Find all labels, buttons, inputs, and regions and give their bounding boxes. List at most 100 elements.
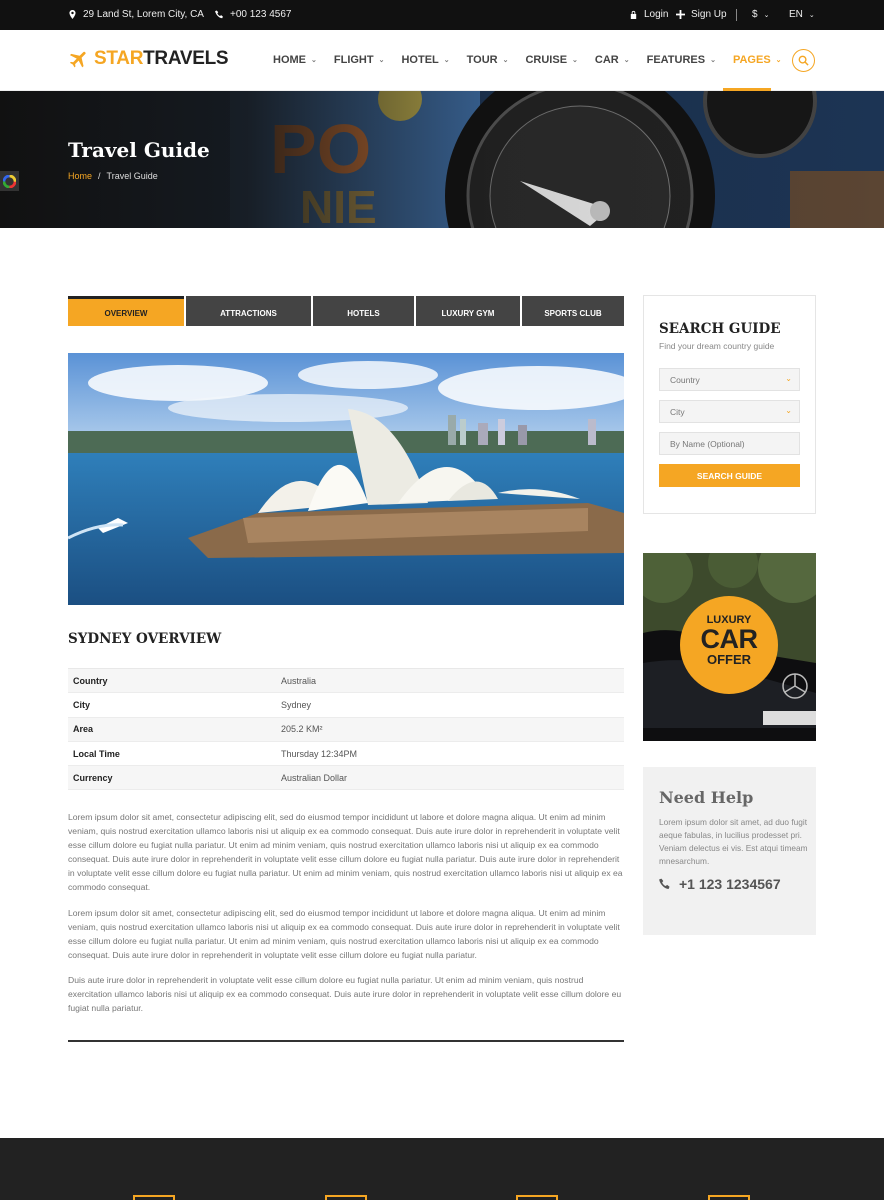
chevron-down-icon: ⌄ — [785, 406, 792, 415]
chevron-down-icon: ⌄ — [378, 57, 385, 64]
ad-line-offer: OFFER — [706, 652, 752, 667]
nav-flight[interactable]: FLIGHT ⌄ — [334, 54, 385, 66]
currency-value: $ — [752, 9, 758, 20]
row-key: Local Time — [73, 748, 120, 759]
phone-icon — [659, 878, 670, 890]
signup-label: Sign Up — [691, 9, 727, 20]
search-guide-title: SEARCH GUIDE — [659, 321, 781, 337]
row-key: Country — [73, 675, 108, 686]
nav-tour[interactable]: TOUR ⌄ — [467, 54, 509, 66]
nav-cruise[interactable]: CRUISE ⌄ — [525, 54, 577, 66]
content-divider — [68, 1040, 624, 1042]
search-guide-subtitle: Find your dream country guide — [659, 341, 775, 351]
tab-luxury-gym[interactable]: LUXURY GYM — [416, 296, 520, 326]
nav-label: TOUR — [466, 54, 498, 66]
luxury-car-ad[interactable]: LUXURY CAR OFFER — [643, 553, 816, 741]
search-guide-widget: SEARCH GUIDE Find your dream country gui… — [643, 295, 816, 514]
tab-hotels[interactable]: HOTELS — [313, 296, 414, 326]
color-wheel-icon — [3, 174, 16, 188]
overview-table: Country Australia City Sydney Area 205.2 KM… — [68, 668, 624, 791]
nav-label: FLIGHT — [333, 54, 374, 66]
nav-label: FEATURES — [646, 54, 706, 66]
row-key: City — [73, 699, 91, 710]
language-select[interactable]: EN ⌄ — [789, 9, 815, 20]
breadcrumb-separator: / — [98, 171, 101, 181]
tab-attractions[interactable]: ATTRACTIONS — [186, 296, 311, 326]
body-paragraph: Lorem ipsum dolor sit amet, consectetur … — [68, 812, 623, 893]
airplane-icon — [69, 51, 86, 68]
language-value: EN — [789, 9, 803, 20]
footer-feature-icon — [708, 1195, 750, 1200]
ad-line-car: CAR — [700, 624, 759, 654]
login-link[interactable]: Login — [629, 9, 668, 20]
logo-star-text: STAR — [94, 48, 144, 69]
chevron-down-icon: ⌄ — [710, 57, 716, 64]
nav-features[interactable]: FEATURES ⌄ — [647, 54, 716, 66]
row-value: Thursday 12:34PM — [281, 748, 358, 759]
login-label: Login — [644, 9, 669, 20]
breadcrumb: Home / Travel Guide — [68, 171, 158, 181]
currency-select[interactable]: $ ⌄ — [752, 9, 769, 20]
phone-icon — [215, 10, 223, 19]
footer-feature-icon — [516, 1195, 558, 1200]
lock-icon — [630, 10, 637, 19]
top-bar: 29 Land St, Lorem City, CA +00 123 4567 … — [0, 0, 884, 30]
table-row: City Sydney — [68, 693, 624, 718]
table-row: Local Time Thursday 12:34PM — [68, 742, 624, 767]
nav-hotel[interactable]: HOTEL ⌄ — [401, 54, 449, 66]
site-logo[interactable]: STAR TRAVELS — [68, 48, 229, 70]
header-search-button[interactable] — [792, 49, 815, 72]
body-paragraph: Lorem ipsum dolor sit amet, consectetur … — [68, 908, 620, 961]
city-select[interactable]: City ⌄ — [659, 400, 800, 423]
color-switcher-toggle[interactable] — [0, 171, 19, 191]
guide-tabs: OVERVIEW ATTRACTIONS HOTELS LUXURY GYM S… — [68, 296, 624, 326]
name-input[interactable]: By Name (Optional) — [659, 432, 800, 455]
table-row: Area 205.2 KM² — [68, 717, 624, 742]
sydney-opera-house-image — [68, 353, 624, 605]
chevron-down-icon: ⌄ — [623, 57, 630, 64]
chevron-down-icon: ⌄ — [808, 11, 815, 19]
row-key: Area — [73, 724, 94, 735]
tab-overview[interactable]: OVERVIEW — [68, 296, 184, 326]
map-pin-icon — [69, 10, 76, 19]
row-key: Currency — [73, 772, 113, 783]
row-value: 205.2 KM² — [281, 724, 323, 735]
search-guide-button[interactable]: SEARCH GUIDE — [659, 464, 800, 487]
page-hero: PO NIE Travel Guide Home / Travel Guide — [0, 91, 884, 228]
breadcrumb-home-link[interactable]: Home — [68, 171, 92, 181]
nav-pages[interactable]: PAGES ⌄ — [733, 54, 782, 66]
signup-link[interactable]: Sign Up — [676, 9, 727, 20]
footer — [0, 1138, 884, 1200]
country-select-value: Country — [670, 374, 700, 385]
address-text: 29 Land St, Lorem City, CA — [83, 9, 204, 20]
help-phone-link[interactable]: +1 123 1234567 — [659, 876, 781, 892]
footer-feature-icon — [325, 1195, 367, 1200]
country-select[interactable]: Country ⌄ — [659, 368, 800, 391]
chevron-down-icon: ⌄ — [572, 57, 578, 64]
nav-car[interactable]: CAR ⌄ — [595, 54, 630, 66]
table-row: Country Australia — [68, 669, 624, 694]
nav-label: CAR — [594, 54, 619, 66]
tab-sports-club[interactable]: SPORTS CLUB — [522, 296, 624, 326]
phone-info: +00 123 4567 — [215, 9, 291, 20]
nav-label: PAGES — [732, 54, 771, 66]
nav-label: HOTEL — [401, 54, 439, 66]
address-info: 29 Land St, Lorem City, CA — [68, 9, 204, 20]
chevron-down-icon: ⌄ — [443, 57, 450, 64]
nav-label: HOME — [273, 54, 306, 66]
row-value: Australia — [281, 675, 317, 686]
chevron-down-icon: ⌄ — [775, 57, 782, 64]
nav-label: CRUISE — [525, 54, 568, 66]
footer-feature-icon — [133, 1195, 175, 1200]
name-input-placeholder: By Name (Optional) — [670, 438, 745, 449]
need-help-widget: Need Help Lorem ipsum dolor sit amet, ad… — [643, 767, 816, 935]
chevron-down-icon: ⌄ — [763, 11, 770, 19]
row-value: Sydney — [281, 699, 312, 710]
nav-home[interactable]: HOME ⌄ — [273, 54, 317, 66]
ad-text: LUXURY CAR OFFER — [680, 615, 778, 667]
search-icon — [798, 55, 809, 66]
city-select-value: City — [670, 406, 685, 417]
body-paragraph: Duis aute irure dolor in reprehenderit i… — [68, 975, 622, 1014]
row-value: Australian Dollar — [281, 772, 348, 783]
plus-icon — [676, 10, 685, 19]
